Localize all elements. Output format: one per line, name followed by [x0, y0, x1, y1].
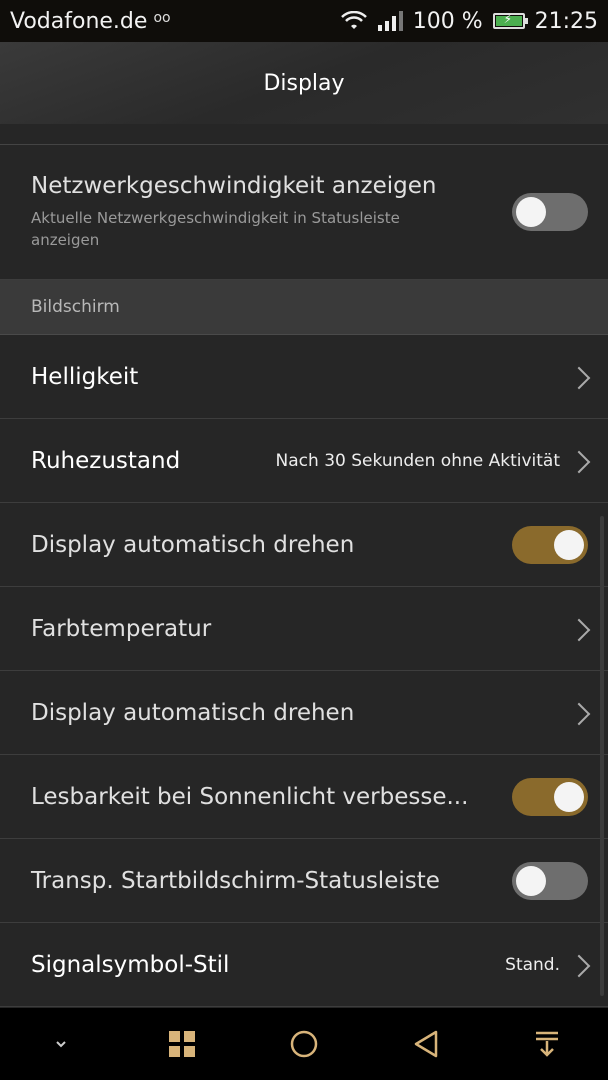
row-value: Stand. [505, 954, 560, 975]
notification-pulldown-button[interactable] [517, 1014, 577, 1074]
chevron-down-icon [56, 1041, 66, 1048]
row-title: Lesbarkeit bei Sonnenlicht verbesse... [31, 783, 469, 810]
row-sunlight-readability[interactable]: Lesbarkeit bei Sonnenlicht verbesse... [0, 755, 608, 839]
network-speed-subtitle: Aktuelle Netzwerkgeschwindigkeit in Stat… [31, 209, 400, 249]
app-bar: Display [0, 42, 608, 124]
voicemail-icon: oo [153, 10, 171, 26]
clock: 21:25 [534, 8, 598, 34]
toggle-knob [554, 781, 584, 812]
row-title: Transp. Startbildschirm-Statusleiste [31, 867, 440, 894]
auto-rotate-toggle[interactable] [512, 525, 588, 564]
sunlight-readability-toggle[interactable] [512, 777, 588, 816]
carrier-name: Vodafone.de [10, 8, 148, 34]
row-signal-icon-style[interactable]: Signalsymbol-Stil Stand. [0, 923, 608, 1007]
home-button[interactable] [274, 1014, 334, 1074]
chevron-right-icon [574, 953, 588, 977]
toggle-knob [516, 197, 546, 227]
row-auto-rotate-toggle[interactable]: Display automatisch drehen [0, 503, 608, 587]
row-title: Farbtemperatur [31, 615, 212, 642]
navigation-bar [0, 1008, 608, 1080]
chevron-right-icon [574, 365, 588, 389]
page-title: Display [263, 70, 345, 96]
settings-list[interactable]: Netzwerkgeschwindigkeit anzeigen Aktuell… [0, 124, 608, 1008]
network-speed-toggle[interactable] [512, 193, 588, 231]
row-farbtemperatur[interactable]: Farbtemperatur [0, 587, 608, 671]
notification-pulldown-icon [536, 1031, 559, 1057]
row-auto-rotate-link[interactable]: Display automatisch drehen [0, 671, 608, 755]
section-label: Bildschirm [31, 297, 120, 317]
wifi-icon [340, 11, 367, 29]
row-helligkeit[interactable]: Helligkeit [0, 335, 608, 419]
recent-apps-button[interactable] [152, 1014, 212, 1074]
network-speed-title: Netzwerkgeschwindigkeit anzeigen [31, 173, 437, 199]
row-value: Nach 30 Sekunden ohne Aktivität [275, 450, 560, 471]
grid-icon [169, 1031, 196, 1057]
back-button[interactable] [396, 1014, 456, 1074]
battery-icon: ⚡ [492, 12, 528, 29]
row-transparent-statusbar[interactable]: Transp. Startbildschirm-Statusleiste [0, 839, 608, 923]
row-title: Signalsymbol-Stil [31, 951, 230, 978]
signal-icon [377, 11, 403, 31]
transparent-statusbar-toggle[interactable] [512, 861, 588, 900]
network-speed-row[interactable]: Netzwerkgeschwindigkeit anzeigen Aktuell… [0, 145, 608, 280]
home-circle-icon [290, 1030, 318, 1058]
toggle-knob [554, 529, 584, 560]
partial-row [0, 124, 608, 145]
row-title: Ruhezustand [31, 447, 181, 474]
scrollbar[interactable] [600, 516, 604, 996]
toggle-knob [516, 865, 546, 896]
row-title: Display automatisch drehen [31, 531, 355, 558]
section-header-bildschirm: Bildschirm [0, 280, 608, 335]
hide-nav-button[interactable] [31, 1014, 91, 1074]
battery-percent: 100 % [412, 8, 483, 34]
chevron-right-icon [574, 449, 588, 473]
row-title: Display automatisch drehen [31, 699, 355, 726]
status-bar: Vodafone.de oo 100 % ⚡ 21:25 [0, 0, 608, 42]
row-title: Helligkeit [31, 363, 139, 390]
chevron-right-icon [574, 617, 588, 641]
back-triangle-icon [414, 1030, 437, 1058]
row-ruhezustand[interactable]: Ruhezustand Nach 30 Sekunden ohne Aktivi… [0, 419, 608, 503]
chevron-right-icon [574, 701, 588, 725]
